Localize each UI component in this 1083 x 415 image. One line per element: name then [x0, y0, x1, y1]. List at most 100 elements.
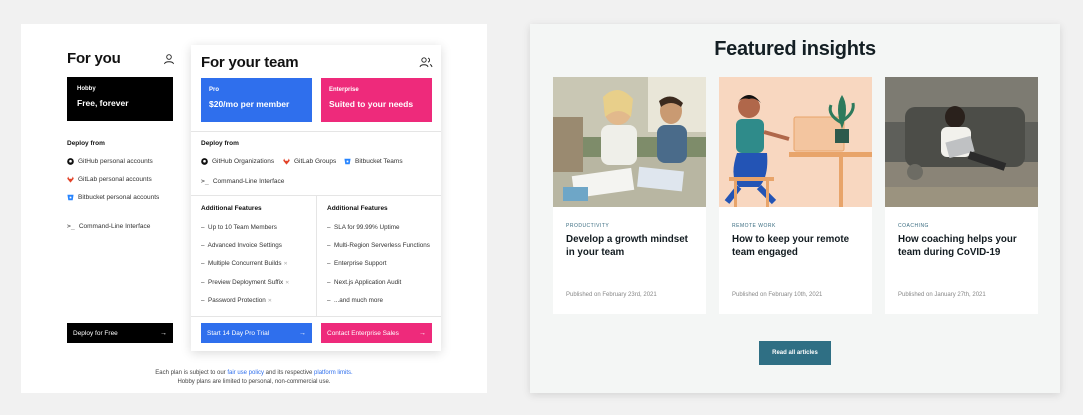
- read-all-articles-button[interactable]: Read all articles: [759, 341, 831, 365]
- deploy-item-gitlab-groups: GitLab Groups: [283, 158, 336, 165]
- deploy-item-gitlab: GitLab personal accounts: [67, 176, 152, 183]
- contact-enterprise-sales-button[interactable]: Contact Enterprise Sales →: [321, 323, 432, 343]
- pro-plan-price: $20/mo per member: [209, 99, 290, 109]
- arrow-right-icon: →: [419, 329, 426, 337]
- article-card-productivity[interactable]: Productivity Develop a growth mindset in…: [553, 77, 706, 314]
- feature-label: Multi-Region Serverless Functions: [334, 242, 430, 249]
- feature-label: Multiple Concurrent Builds: [208, 260, 282, 267]
- deploy-item-label: Bitbucket Teams: [355, 158, 403, 165]
- start-pro-trial-label: Start 14 Day Pro Trial: [207, 329, 270, 337]
- feature-item: – Multiple Concurrent Builds ✕: [201, 260, 288, 267]
- pro-plan-label: Pro: [209, 87, 220, 93]
- feature-item: – ...and much more: [327, 297, 384, 304]
- feature-label: SLA for 99.99% Uptime: [334, 224, 400, 231]
- feature-label: Enterprise Support: [334, 260, 387, 267]
- for-team-header: For your team: [201, 54, 433, 71]
- hobby-plan-price: Free, forever: [77, 98, 129, 108]
- article-image-remote-worker: [719, 77, 872, 207]
- article-date: Published on January 27th, 2021: [898, 292, 986, 298]
- article-category: Remote Work: [732, 223, 776, 229]
- deploy-item-github: GitHub personal accounts: [67, 158, 153, 165]
- team-plans-card: For your team Pro $20/mo per member Ente…: [191, 45, 441, 351]
- article-category: Productivity: [566, 223, 610, 229]
- terminal-icon: >_: [201, 177, 209, 185]
- deploy-item-label: GitLab personal accounts: [78, 176, 152, 183]
- enterprise-plan-price: Suited to your needs: [329, 99, 414, 109]
- pricing-panel: For you Hobby Free, forever Deploy from …: [21, 24, 487, 393]
- feature-label: Preview Deployment Suffix: [208, 279, 284, 286]
- arrow-right-icon: →: [160, 329, 167, 337]
- footnote-prefix: Each plan is subject to our: [155, 370, 228, 376]
- github-icon: [201, 158, 208, 165]
- info-icon[interactable]: ✕: [268, 298, 272, 304]
- deploy-item-label: Command-Line Interface: [78, 222, 151, 230]
- article-image-team-working: [553, 77, 706, 207]
- feature-item: – Enterprise Support: [327, 260, 387, 267]
- deploy-item-cli: >_ Command-Line Interface: [67, 222, 150, 230]
- feature-item: – Advanced Invoice Settings: [201, 242, 282, 249]
- article-category: Coaching: [898, 223, 929, 229]
- article-image-laptop-sofa: [885, 77, 1038, 207]
- feature-label: Advanced Invoice Settings: [207, 242, 282, 249]
- team-deploy-heading: Deploy from: [201, 140, 239, 147]
- feature-item: – Preview Deployment Suffix ✕: [201, 279, 290, 286]
- pro-plan-card[interactable]: Pro $20/mo per member: [201, 78, 312, 122]
- deploy-for-free-label: Deploy for Free: [73, 329, 118, 337]
- feature-label: Next.js Application Audit: [334, 279, 402, 286]
- article-date: Published on February 10th, 2021: [732, 292, 823, 298]
- terminal-icon: >_: [67, 222, 75, 230]
- deploy-item-label: GitLab Groups: [294, 158, 337, 165]
- feature-item: – Password Protection ✕: [201, 297, 272, 304]
- bitbucket-icon: [67, 194, 74, 201]
- pro-features-heading: Additional Features: [201, 205, 262, 212]
- footnote-line-2: Hobby plans are limited to personal, non…: [177, 379, 331, 385]
- deploy-item-github-orgs: GitHub Organizations: [201, 158, 274, 165]
- divider: [191, 316, 441, 317]
- hobby-plan-label: Hobby: [77, 86, 96, 92]
- deploy-item-bitbucket-teams: Bitbucket Teams: [344, 158, 403, 165]
- deploy-item-label: GitHub Organizations: [212, 158, 275, 165]
- for-team-title: For your team: [201, 54, 299, 71]
- enterprise-features-heading: Additional Features: [327, 205, 388, 212]
- insights-title: Featured insights: [714, 38, 876, 60]
- user-icon: [164, 54, 174, 65]
- gitlab-icon: [283, 158, 290, 165]
- feature-label: Up to 10 Team Members: [208, 224, 277, 231]
- deploy-for-free-button[interactable]: Deploy for Free →: [67, 323, 173, 343]
- feature-label: Password Protection: [208, 297, 266, 304]
- deploy-item-cli: >_ Command-Line Interface: [201, 177, 284, 185]
- feature-item: – Next.js Application Audit: [327, 279, 402, 286]
- for-you-header: For you: [67, 50, 175, 67]
- users-icon: [419, 57, 433, 68]
- contact-enterprise-sales-label: Contact Enterprise Sales: [327, 329, 399, 337]
- enterprise-plan-card[interactable]: Enterprise Suited to your needs: [321, 78, 432, 122]
- column-divider: [316, 195, 317, 316]
- divider: [191, 131, 441, 132]
- article-title[interactable]: Develop a growth mindset in your team: [566, 234, 698, 259]
- feature-item: – Up to 10 Team Members: [201, 224, 277, 231]
- enterprise-plan-label: Enterprise: [329, 87, 359, 93]
- article-card-coaching[interactable]: Coaching How coaching helps your team du…: [885, 77, 1038, 314]
- fair-use-policy-link[interactable]: fair use policy: [227, 370, 264, 376]
- start-pro-trial-button[interactable]: Start 14 Day Pro Trial →: [201, 323, 312, 343]
- info-icon[interactable]: ✕: [285, 280, 289, 286]
- feature-item: – Multi-Region Serverless Functions: [327, 242, 430, 249]
- feature-label: ...and much more: [334, 297, 384, 304]
- insights-panel: Featured insights Productivity Deve: [530, 24, 1060, 393]
- for-you-title: For you: [67, 50, 121, 67]
- deploy-item-label: Command-Line Interface: [212, 177, 285, 185]
- hobby-deploy-heading: Deploy from: [67, 140, 105, 147]
- deploy-item-bitbucket: Bitbucket personal accounts: [67, 194, 159, 201]
- info-icon[interactable]: ✕: [284, 261, 288, 267]
- article-title[interactable]: How coaching helps your team during CoVI…: [898, 234, 1030, 259]
- article-card-remote-work[interactable]: Remote Work How to keep your remote team…: [719, 77, 872, 314]
- bitbucket-icon: [344, 158, 351, 165]
- deploy-item-label: Bitbucket personal accounts: [78, 194, 160, 201]
- arrow-right-icon: →: [299, 329, 306, 337]
- gitlab-icon: [67, 176, 74, 183]
- article-date: Published on February 23rd, 2021: [566, 292, 657, 298]
- feature-item: – SLA for 99.99% Uptime: [327, 224, 400, 231]
- hobby-plan-card[interactable]: Hobby Free, forever: [67, 77, 173, 121]
- article-title[interactable]: How to keep your remote team engaged: [732, 234, 864, 259]
- platform-limits-link[interactable]: platform limits.: [314, 370, 353, 376]
